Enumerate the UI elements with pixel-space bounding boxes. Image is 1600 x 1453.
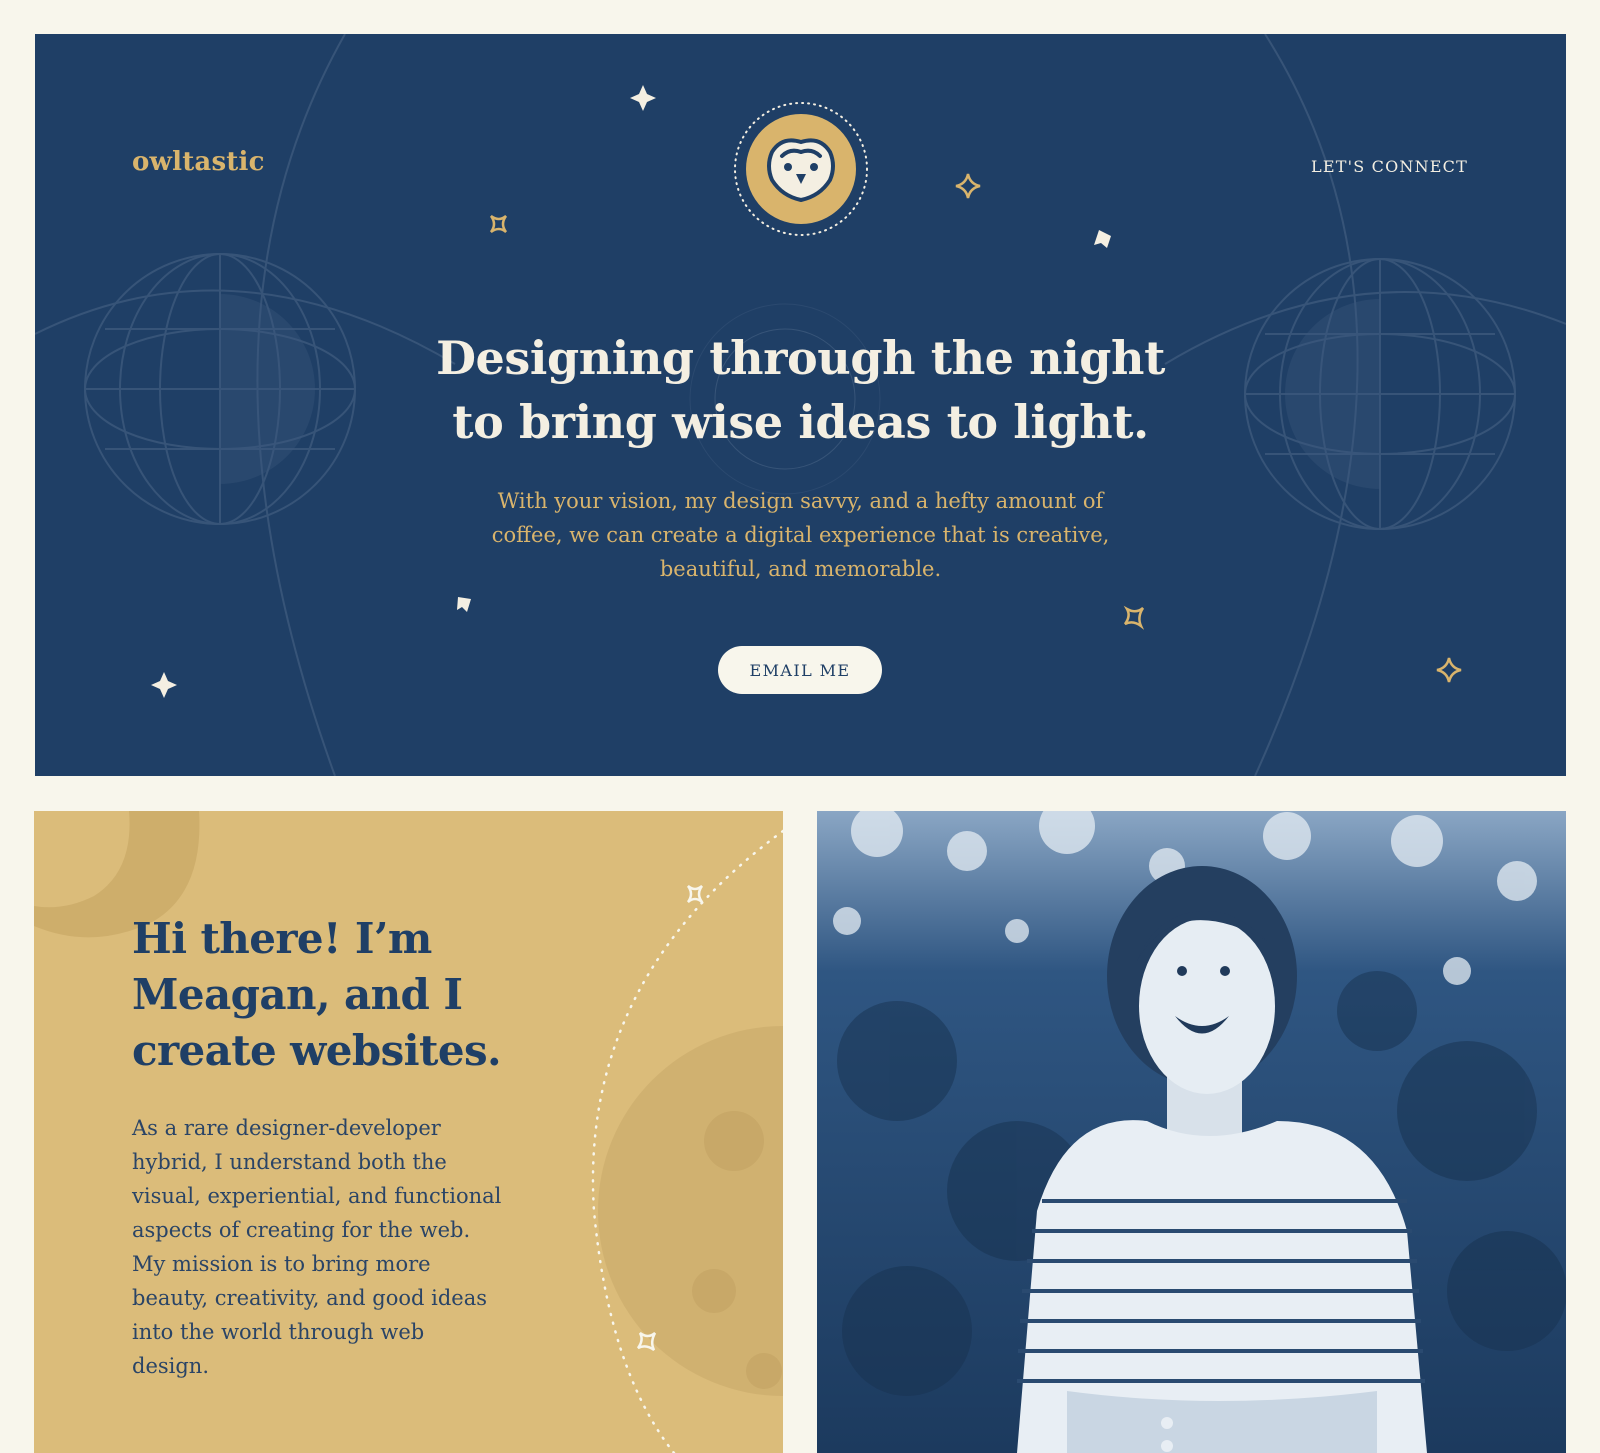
about-title: Hi there! I’m Meagan, and I create websi… (132, 914, 502, 1075)
portrait-image (817, 811, 1566, 1453)
brand-logo-text[interactable]: owltastic (132, 147, 265, 177)
owl-face-icon[interactable] (732, 100, 870, 238)
email-me-button[interactable]: EMAIL ME (718, 646, 882, 694)
about-section: Hi there! I’m Meagan, and I create websi… (34, 811, 783, 1453)
about-body: As a rare designer-developer hybrid, I u… (132, 1116, 502, 1378)
hero-section: owltastic LET'S CONNECT Designing throug… (35, 34, 1566, 776)
hero-subtitle: With your vision, my design savvy, and a… (491, 489, 1110, 581)
lets-connect-link[interactable]: LET'S CONNECT (1311, 157, 1468, 176)
hero-title: Designing through the night to bring wis… (436, 331, 1165, 449)
portrait-photo (817, 811, 1566, 1453)
